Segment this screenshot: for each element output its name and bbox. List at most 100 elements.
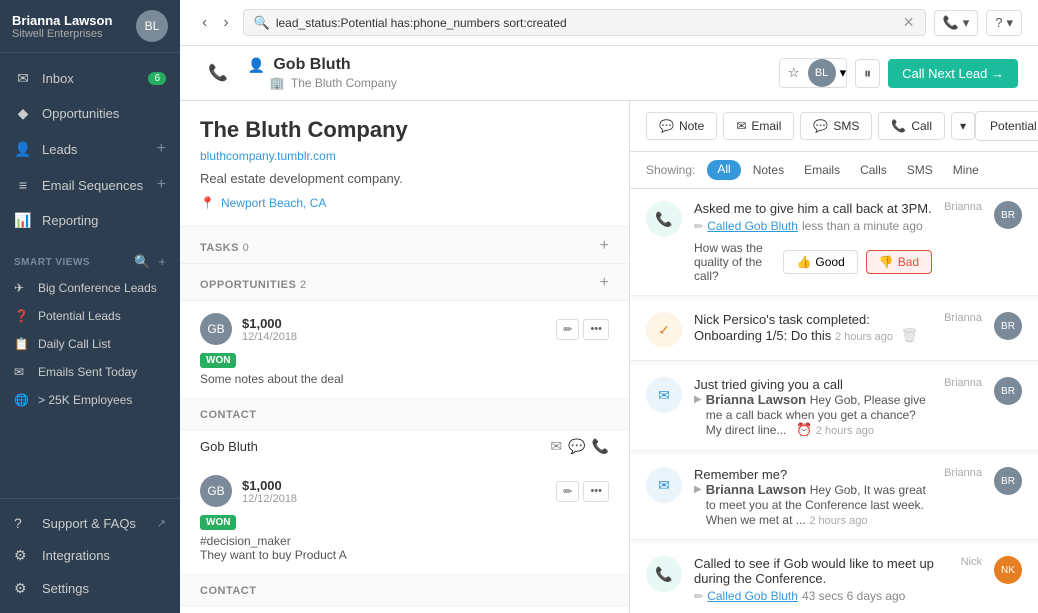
contact-email-icon[interactable]: ✉ [550, 438, 562, 455]
bad-button[interactable]: 👎 Bad [866, 250, 932, 274]
filter-tab-sms[interactable]: SMS [899, 160, 941, 180]
lead-info: 👤 Gob Bluth 🏢 The Bluth Company [248, 56, 397, 90]
sidebar-item-label: Settings [42, 581, 89, 596]
sidebar-item-email-sequences[interactable]: ≡ Email Sequences + [0, 167, 180, 203]
call-button[interactable]: 📞 Call [878, 112, 945, 140]
filter-tab-notes[interactable]: Notes [745, 160, 792, 180]
call-link[interactable]: Called Gob Bluth [707, 219, 798, 233]
filter-tab-calls[interactable]: Calls [852, 160, 895, 180]
expand-arrow-2[interactable]: ▶ [694, 484, 702, 495]
back-button[interactable]: ‹ [196, 10, 213, 36]
smart-view-potential-leads[interactable]: ❓ Potential Leads [0, 302, 180, 330]
opp-edit-btn-1[interactable]: ✏ [556, 319, 579, 340]
time-ago: 2 hours ago [816, 425, 874, 437]
sidebar-item-settings[interactable]: ⚙ Settings [0, 572, 180, 605]
contact-label: CONTACT [200, 409, 256, 421]
smart-views-header: SMART VIEWS 🔍 + [0, 246, 180, 274]
leads-add-icon[interactable]: + [157, 140, 166, 158]
call-link-2[interactable]: Called Gob Bluth [707, 589, 798, 603]
opp-more-btn-1[interactable]: ••• [583, 319, 609, 340]
call-activity-icon-2: 📞 [646, 556, 682, 592]
activity-toolbar: 💬 Note ✉ Email 💬 SMS 📞 Call [630, 101, 1038, 152]
topbar-right: 📞 ▾ ? ▾ [934, 10, 1022, 36]
won-badge-1: WON [200, 353, 236, 368]
opp-decision-tag: #decision_maker [200, 534, 609, 548]
sidebar-item-leads[interactable]: 👤 Leads + [0, 131, 180, 167]
call-next-button[interactable]: Call Next Lead → [888, 59, 1018, 88]
activity-author: Brianna [944, 377, 982, 389]
content-area: The Bluth Company bluthcompany.tumblr.co… [180, 101, 1038, 613]
smart-view-big-conference[interactable]: ✈ Big Conference Leads [0, 274, 180, 302]
right-panel: 💬 Note ✉ Email 💬 SMS 📞 Call [630, 101, 1038, 613]
avatar-button[interactable]: BL ▾ [808, 59, 847, 87]
contact-call-icon[interactable]: 📞 [592, 438, 609, 455]
email-button[interactable]: ✉ Email [723, 112, 794, 140]
opp-edit-btn-2[interactable]: ✏ [556, 481, 579, 502]
company-desc: Real estate development company. [200, 171, 609, 186]
pause-button[interactable]: ⏸ [855, 59, 880, 88]
company-url[interactable]: bluthcompany.tumblr.com [200, 149, 609, 163]
help-button[interactable]: ? ▾ [986, 10, 1022, 36]
avatar[interactable]: BL [136, 10, 168, 42]
contact-section-2: CONTACT [180, 575, 629, 606]
sidebar-item-label: Reporting [42, 213, 98, 228]
topbar: ‹ › 🔍 ✕ 📞 ▾ ? ▾ [180, 0, 1038, 46]
smart-views-add-icon[interactable]: + [158, 254, 166, 270]
activity-author: Brianna [944, 201, 982, 213]
pencil-icon: ✏ [694, 220, 703, 233]
sms-icon: 💬 [813, 119, 828, 133]
filter-tab-mine[interactable]: Mine [945, 160, 987, 180]
phone-dialer-icon: 📞 [208, 63, 228, 83]
tasks-section-header: TASKS 0 + [180, 227, 629, 264]
sidebar-item-reporting[interactable]: 📊 Reporting [0, 203, 180, 238]
pencil-icon-2: ✏ [694, 590, 703, 603]
star-button[interactable]: ☆ [780, 60, 808, 86]
filter-tab-emails[interactable]: Emails [796, 160, 848, 180]
forward-button[interactable]: › [217, 10, 234, 36]
phone-dialer[interactable]: 📞 [200, 63, 236, 83]
search-clear-icon[interactable]: ✕ [903, 14, 915, 31]
note-button[interactable]: 💬 Note [646, 112, 717, 140]
opp-date-2: 12/12/2018 [242, 493, 546, 505]
smart-view-25k-employees[interactable]: 🌐 > 25K Employees [0, 386, 180, 414]
user-name: Brianna Lawson [12, 13, 112, 28]
contact-sms-icon[interactable]: 💬 [568, 438, 585, 455]
phone-button[interactable]: 📞 ▾ [934, 10, 979, 36]
expand-arrow[interactable]: ▶ [694, 394, 702, 405]
status-dropdown[interactable]: Potential Active Inactive No Status [976, 112, 1038, 140]
filter-tab-all[interactable]: All [707, 160, 740, 180]
contact-row-1: Gob Bluth ✉ 💬 📞 [180, 430, 629, 463]
location-text: Newport Beach, CA [221, 196, 326, 210]
smart-view-daily-call-list[interactable]: 📋 Daily Call List [0, 330, 180, 358]
help-icon: ? [995, 15, 1002, 30]
smart-views-search-icon[interactable]: 🔍 [134, 254, 150, 270]
sms-button[interactable]: 💬 SMS [800, 112, 872, 140]
sidebar-item-inbox[interactable]: ✉ Inbox 6 [0, 61, 180, 96]
email-activity-icon: ✉ [646, 377, 682, 413]
sidebar-item-support[interactable]: ? Support & FAQs ↗ [0, 507, 180, 539]
opportunities-add-button[interactable]: + [600, 274, 609, 292]
company-location[interactable]: 📍 Newport Beach, CA [200, 196, 609, 210]
sidebar-item-opportunities[interactable]: ◆ Opportunities [0, 96, 180, 131]
activity-item: ✉ Just tried giving you a call ▶ Brianna… [630, 365, 1038, 451]
email-sequences-add-icon[interactable]: + [157, 176, 166, 194]
activity-text: Called to see if Gob would like to meet … [694, 556, 949, 586]
sidebar-item-integrations[interactable]: ⚙ Integrations [0, 539, 180, 572]
lead-header: 📞 👤 Gob Bluth 🏢 The Bluth Company ☆ BL [180, 46, 1038, 101]
opportunities-count: 2 [300, 279, 306, 291]
more-actions-button[interactable]: ▾ [951, 112, 975, 140]
delete-icon[interactable]: 🗑 [901, 327, 919, 343]
activity-avatar: BR [994, 201, 1022, 229]
tasks-add-button[interactable]: + [600, 237, 609, 255]
alarm-icon[interactable]: ⏰ [796, 422, 812, 437]
smart-view-emails-sent[interactable]: ✉ Emails Sent Today [0, 358, 180, 386]
support-icon: ? [14, 515, 32, 531]
status-select[interactable]: Potential Active Inactive No Status [975, 111, 1038, 141]
sidebar-item-label: Inbox [42, 71, 74, 86]
smart-view-label: Potential Leads [38, 309, 121, 323]
opp-avatar-1: GB [200, 313, 232, 345]
settings-icon: ⚙ [14, 580, 32, 597]
opp-more-btn-2[interactable]: ••• [583, 481, 609, 502]
good-button[interactable]: 👍 Good [783, 250, 857, 274]
search-input[interactable] [276, 16, 897, 30]
